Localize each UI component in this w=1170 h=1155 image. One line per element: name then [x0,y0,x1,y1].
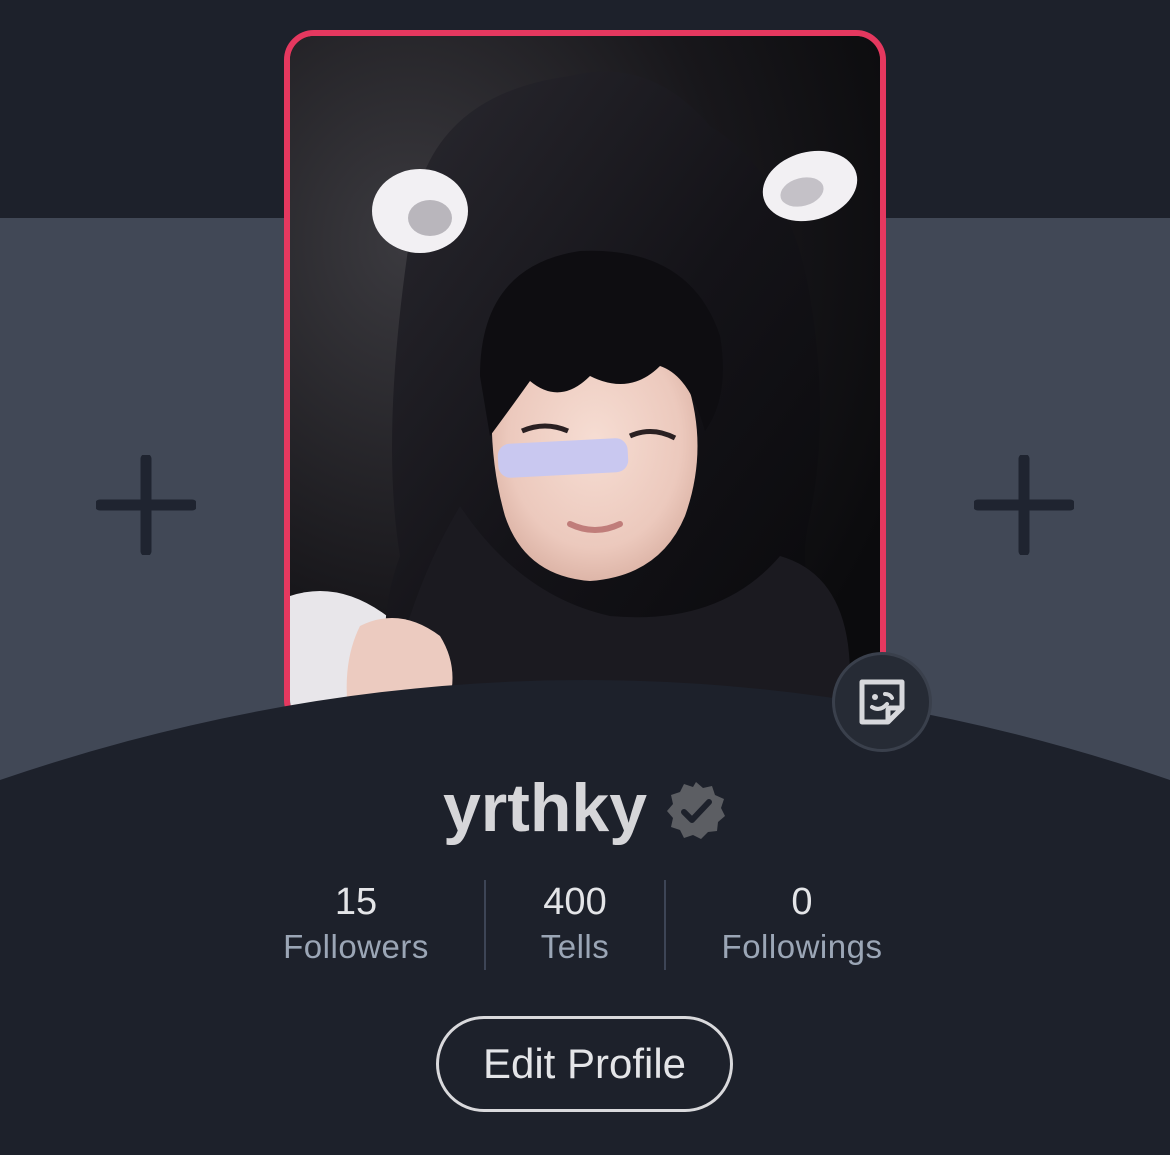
sticker-button[interactable] [832,652,932,752]
tells-label: Tells [540,928,610,965]
tells-count: 400 [543,881,607,923]
username-row: yrthky [0,768,1170,848]
followers-stat[interactable]: 15 Followers [256,880,456,970]
edit-profile-button[interactable]: Edit Profile [436,1016,733,1112]
add-photo-right-button[interactable] [974,455,1074,555]
verified-badge-icon [667,782,726,839]
tells-stat[interactable]: 400 Tells [485,880,665,970]
profile-page: yrthky 15 Followers 400 Tells 0 Followin… [0,0,1170,1155]
followings-stat[interactable]: 0 Followings [692,880,912,970]
plus-icon [96,455,196,555]
plus-icon [974,455,1074,555]
followings-label: Followings [721,928,883,965]
followers-count: 15 [334,881,378,923]
followings-count: 0 [791,881,813,923]
stat-divider [664,880,666,970]
add-photo-left-button[interactable] [96,455,196,555]
profile-photo[interactable] [284,30,886,730]
sticker-icon [859,679,905,725]
username: yrthky [442,770,648,846]
profile-photo-image [290,36,880,724]
followers-label: Followers [283,928,429,965]
